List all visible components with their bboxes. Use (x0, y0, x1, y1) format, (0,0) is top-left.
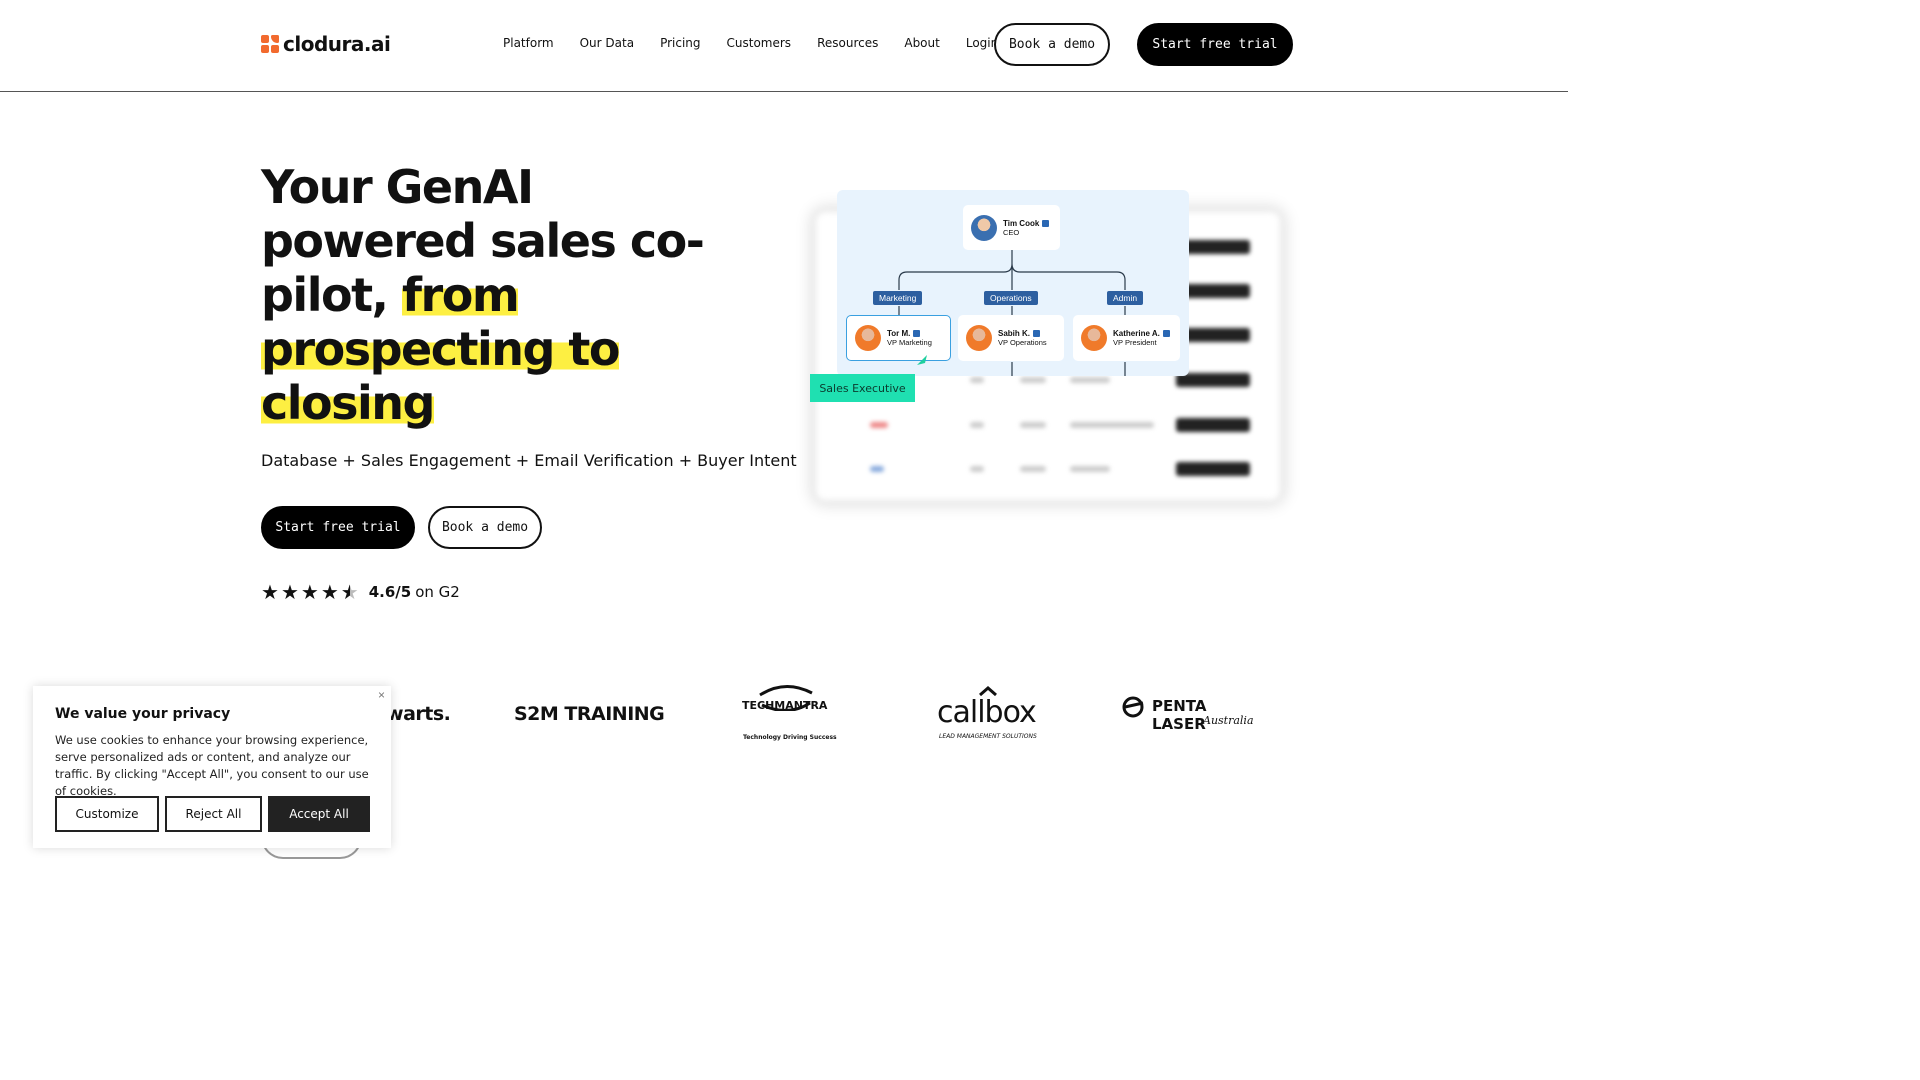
main-nav: Platform Our Data Pricing Customers Reso… (503, 36, 1024, 50)
customer-logo-s2m-training: S2M TRAINING (514, 703, 665, 725)
cookie-text: We use cookies to enhance your browsing … (55, 733, 369, 798)
rating-value: 4.6/5 (368, 583, 412, 601)
person-role: VP Operations (998, 338, 1047, 347)
person-avatar (855, 325, 881, 351)
rating-suffix: on G2 (415, 583, 460, 601)
linkedin-icon (913, 330, 921, 338)
half-star-icon: ★ (340, 580, 359, 604)
person-role: VP Marketing (887, 338, 932, 347)
logo-icon (261, 35, 279, 53)
hero-title: Your GenAI powered sales co-pilot, from … (261, 160, 741, 430)
site-header: clodura.ai Platform Our Data Pricing Cus… (0, 0, 1568, 92)
header-book-demo-button[interactable]: Book a demo (994, 23, 1110, 66)
customer-logo-techmantra: TECHMANTRA Technology Driving Success (740, 683, 837, 745)
star-rating: ★ ★ ★ ★ ★ (261, 582, 359, 602)
person-card: Tor M. VP Marketing (846, 315, 951, 361)
customer-logo-penta-laser: PENTA LASER Australia (1121, 696, 1261, 733)
person-name: Katherine A. (1113, 329, 1160, 338)
star-icon: ★ (320, 580, 339, 604)
logo[interactable]: clodura.ai (261, 32, 391, 56)
linkedin-icon (1162, 330, 1170, 338)
nav-about[interactable]: About (904, 36, 939, 50)
person-card: Katherine A. VP President (1073, 315, 1180, 361)
nav-customers[interactable]: Customers (727, 36, 792, 50)
star-icon: ★ (261, 580, 279, 604)
nav-platform[interactable]: Platform (503, 36, 554, 50)
person-role: VP President (1113, 338, 1157, 347)
techmantra-name: TECHMANTRA (742, 699, 828, 712)
dept-admin: Admin (1107, 291, 1144, 305)
star-icon: ★ (300, 580, 319, 604)
penta-laser-country: Australia (1203, 714, 1254, 727)
ceo-role: CEO (1003, 227, 1020, 237)
penta-laser-mark-icon (1122, 696, 1144, 718)
hero-start-trial-button[interactable]: Start free trial (261, 506, 415, 549)
cookie-title: We value your privacy (55, 706, 231, 722)
hero-book-demo-button[interactable]: Book a demo (428, 506, 542, 549)
linkedin-icon (1033, 330, 1041, 338)
header-start-trial-button[interactable]: Start free trial (1137, 23, 1293, 66)
hero-subtitle: Database + Sales Engagement + Email Veri… (261, 451, 797, 470)
customize-button[interactable]: Customize (55, 796, 159, 832)
callbox-tagline: LEAD MANAGEMENT SOLUTIONS (939, 733, 1037, 740)
ceo-name: Tim Cook (1003, 218, 1040, 228)
ceo-avatar (971, 214, 997, 241)
blurred-row (840, 418, 1260, 432)
logo-text: clodura.ai (283, 32, 391, 56)
person-name: Sabih K. (998, 329, 1031, 338)
dept-operations: Operations (984, 291, 1038, 305)
reject-all-button[interactable]: Reject All (165, 796, 262, 832)
person-avatar (1081, 325, 1107, 351)
cookie-banner: × We value your privacy We use cookies t… (33, 686, 391, 848)
org-chart: Tim Cook CEO Marketing Operations Admin T… (837, 190, 1189, 376)
nav-resources[interactable]: Resources (817, 36, 878, 50)
nav-our-data[interactable]: Our Data (580, 36, 634, 50)
callbox-name: callbox (937, 695, 1037, 730)
blurred-row (840, 462, 1260, 476)
customer-logo-callbox: callbox LEAD MANAGEMENT SOLUTIONS (936, 685, 1041, 745)
person-card: Sabih K. VP Operations (958, 315, 1064, 361)
g2-rating: ★ ★ ★ ★ ★ 4.6/5 on G2 (261, 582, 460, 602)
person-name: Tor M. (887, 329, 911, 338)
techmantra-tagline: Technology Driving Success (743, 734, 837, 741)
linkedin-icon (1042, 219, 1050, 227)
person-avatar (966, 325, 992, 351)
nav-pricing[interactable]: Pricing (660, 36, 700, 50)
dept-marketing: Marketing (873, 291, 923, 305)
sales-executive-tag: Sales Executive (810, 374, 915, 402)
accept-all-button[interactable]: Accept All (268, 796, 370, 832)
ceo-card: Tim Cook CEO (963, 205, 1060, 250)
star-icon: ★ (280, 580, 299, 604)
close-icon[interactable]: × (378, 688, 385, 702)
cursor-icon (917, 355, 927, 365)
